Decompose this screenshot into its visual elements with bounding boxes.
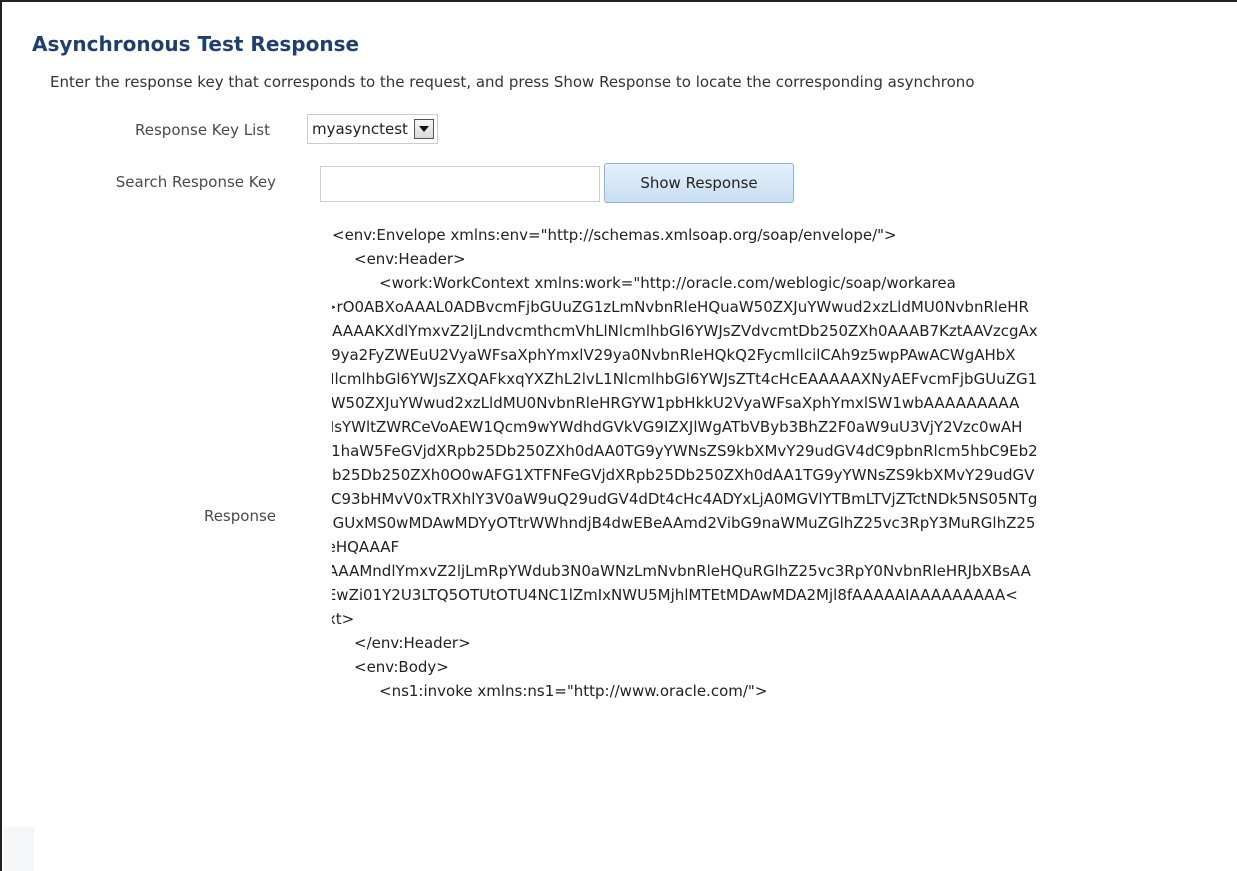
search-response-key-input[interactable] bbox=[320, 166, 600, 202]
dropdown-button[interactable] bbox=[413, 119, 434, 139]
response-content: <env:Envelope xmlns:env="http://schemas.… bbox=[332, 223, 1237, 703]
response-label: Response bbox=[203, 507, 276, 525]
response-key-list-select[interactable]: myasynctest bbox=[307, 114, 438, 144]
response-line: RleHQAAAF bbox=[332, 538, 400, 556]
response-line: /">rO0ABXoAAAL0ADBvcmFjbGUuZG1zLmNvbnRle… bbox=[332, 298, 1029, 316]
response-line: <env:Header> bbox=[354, 250, 466, 268]
response-line: </env:Header> bbox=[354, 634, 471, 652]
page-title: Asynchronous Test Response bbox=[32, 32, 360, 56]
response-line: d29ya2FyZWEuU2VyaWFsaXphYmxlV29ya0NvbnRl… bbox=[332, 346, 1016, 364]
response-line: uaW50ZXJuYWwud2xzLldMU0NvbnRleHRGYW1pbHk… bbox=[332, 394, 1020, 412]
chevron-down-icon bbox=[418, 126, 429, 132]
page-frame: Asynchronous Test Response Enter the res… bbox=[0, 0, 1237, 871]
response-line: <work:WorkContext xmlns:work="http://ora… bbox=[379, 274, 956, 292]
response-line: b21haW5FeGVjdXRpb25Db250ZXh0dAA0TG9yYWNs… bbox=[332, 442, 1038, 460]
response-line: yOGUxMS0wMDAwMDYyOTtrWWhndjB4dwEBeAAmd2V… bbox=[332, 514, 1036, 532]
response-line: <ns1:invoke xmlns:ns1="http://www.oracle… bbox=[379, 682, 768, 700]
response-line: hbC93bHMvV0xTRXhlY3V0aW9uQ29udGV4dDt4cHc… bbox=[332, 490, 1038, 508]
response-line: Rpb25Db250ZXh0O0wAFG1XTFNFeGVjdXRpb25Db2… bbox=[332, 466, 1035, 484]
show-response-button[interactable]: Show Response bbox=[604, 163, 794, 203]
response-line: text> bbox=[332, 610, 355, 628]
response-line: <env:Envelope xmlns:env="http://schemas.… bbox=[332, 226, 897, 244]
response-line: <env:Body> bbox=[354, 658, 449, 676]
response-line: HNlcmlhbGl6YWJsZXQAFkxqYXZhL2lvL1Nlcmlhb… bbox=[332, 370, 1038, 388]
instructions-text: Enter the response key that corresponds … bbox=[50, 73, 975, 91]
search-response-key-label: Search Response Key bbox=[115, 173, 276, 191]
left-edge-strip bbox=[4, 827, 34, 871]
response-line: /AAAAMndlYmxvZ2ljLmRpYWdub3N0aWNzLmNvbnR… bbox=[332, 562, 1031, 580]
response-line: FOAAAAKXdlYmxvZ2ljLndvcmthcmVhLlNlcmlhbG… bbox=[332, 322, 1038, 340]
response-key-list-label: Response Key List bbox=[135, 121, 270, 139]
response-line: WEwZi01Y2U3LTQ5OTUtOTU4NC1lZmIxNWU5MjhlM… bbox=[332, 586, 1018, 604]
response-key-list-value: myasynctest bbox=[312, 120, 408, 138]
response-line: UNsYWltZWRCeVoAEW1Qcm9wYWdhdGVkVG9IZXJlW… bbox=[332, 418, 1023, 436]
